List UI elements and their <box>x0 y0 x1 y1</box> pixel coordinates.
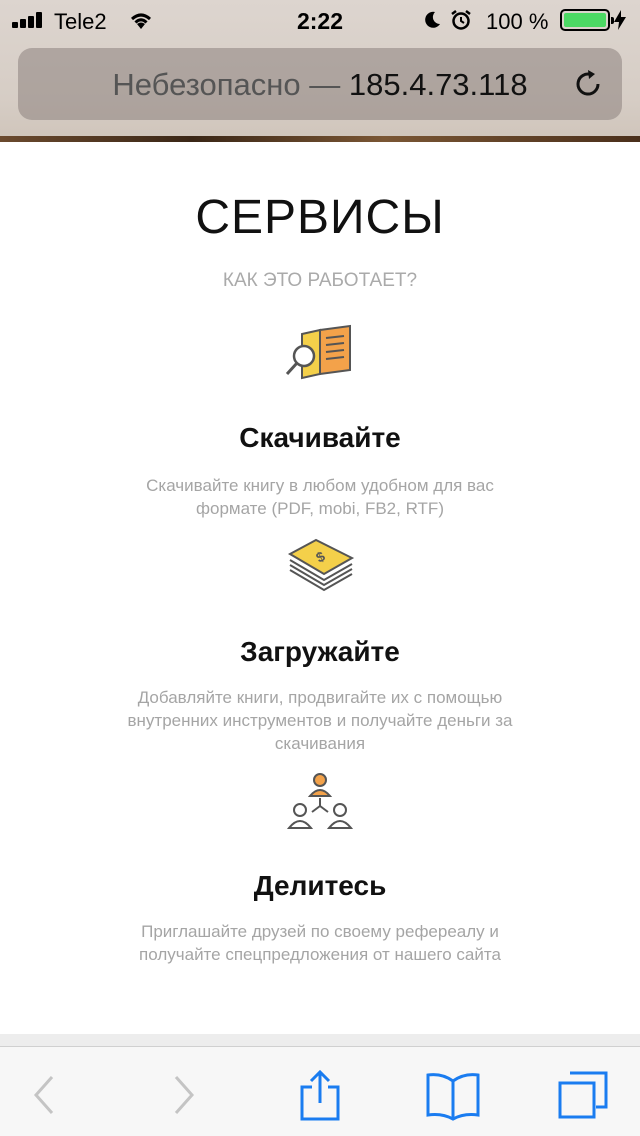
forward-arrow-icon[interactable] <box>160 1069 208 1121</box>
service-title: Делитесь <box>253 870 387 901</box>
money-stack-icon: $ <box>287 538 355 592</box>
battery-icon <box>560 9 614 31</box>
do-not-disturb-icon <box>425 11 440 28</box>
address-text[interactable]: Небезопасно — 185.4.73.118 <box>18 67 622 103</box>
reload-icon[interactable] <box>572 68 604 100</box>
tabs-icon[interactable] <box>556 1069 610 1121</box>
address-bar[interactable]: Небезопасно — 185.4.73.118 <box>18 48 622 120</box>
share-icon[interactable] <box>296 1069 344 1121</box>
page-subtitle: КАК ЭТО РАБОТАЕТ? <box>222 270 418 291</box>
service-title: Скачивайте <box>239 422 401 453</box>
browser-toolbar <box>0 1046 640 1136</box>
page-footer-strip <box>0 1034 640 1046</box>
page-content: СЕРВИСЫ КАК ЭТО РАБОТАЕТ? Скачивайте Ска… <box>0 142 640 1034</box>
referral-network-icon <box>286 773 354 829</box>
browser-top-chrome: Tele2 2:22 100 % Небезопасно — 185.4.73.… <box>0 0 640 142</box>
service-description: Приглашайте друзей по своему рефереалу и… <box>139 922 501 964</box>
back-arrow-icon[interactable] <box>20 1069 68 1121</box>
status-bar: Tele2 2:22 100 % <box>0 0 640 40</box>
page-title: СЕРВИСЫ <box>195 191 445 244</box>
service-title: Загружайте <box>240 636 400 667</box>
security-label: Небезопасно <box>112 67 301 102</box>
battery-percent: 100 % <box>486 9 549 34</box>
url-host: 185.4.73.118 <box>348 67 528 102</box>
charging-bolt-icon <box>614 10 626 30</box>
service-description: Скачивайте книгу в любом удобном для вас… <box>146 476 494 518</box>
url-separator: — <box>300 67 349 102</box>
alarm-icon <box>451 10 471 30</box>
bookmarks-icon[interactable] <box>424 1069 482 1121</box>
book-search-icon <box>285 324 351 380</box>
service-description: Добавляйте книги, продвигайте их с помощ… <box>127 688 513 753</box>
